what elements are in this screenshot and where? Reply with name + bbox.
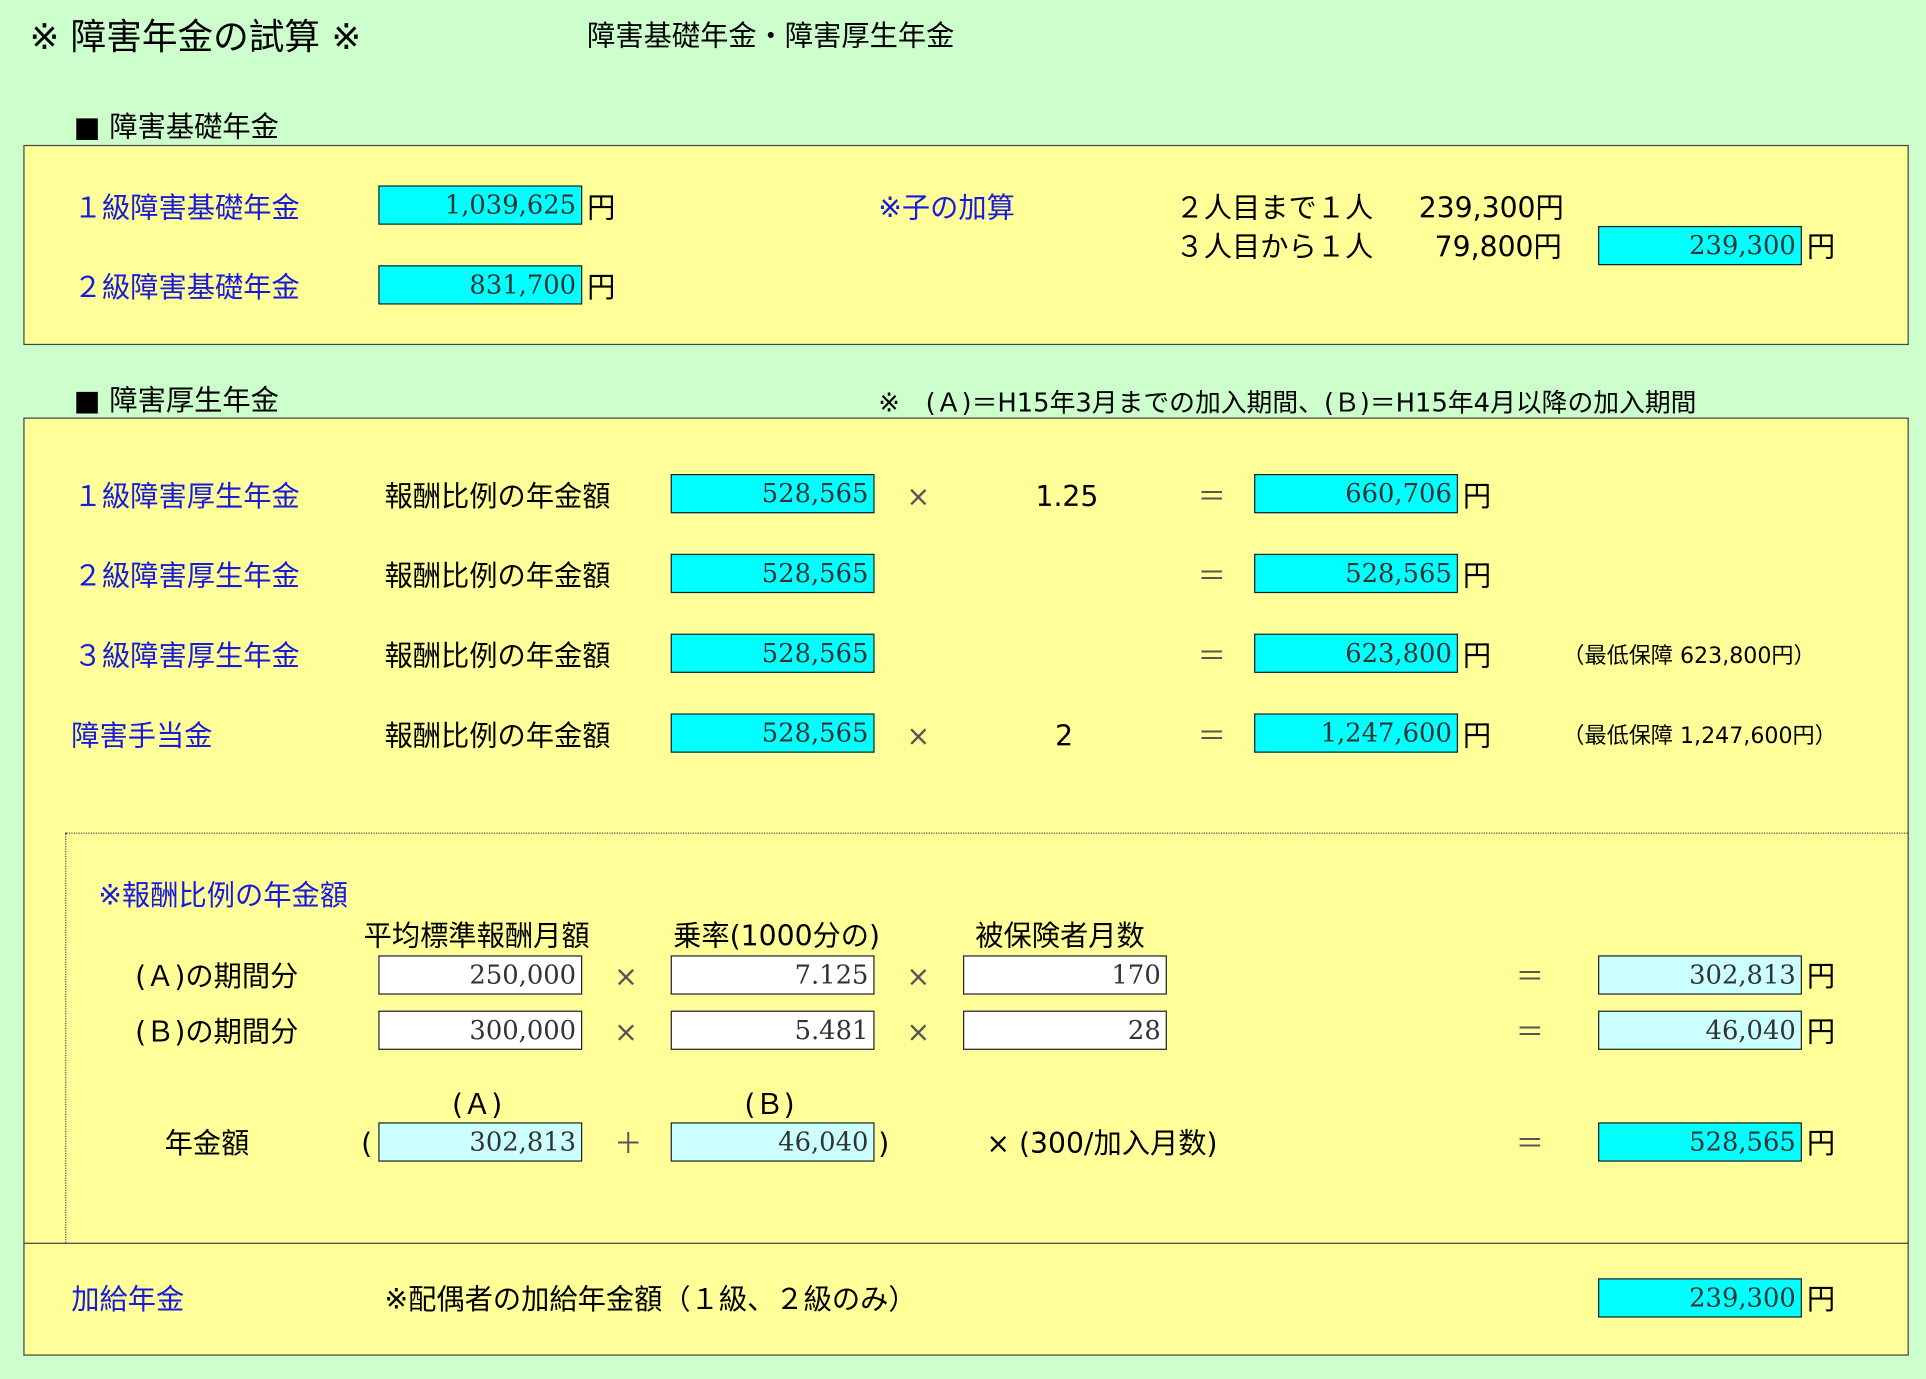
- yen-unit: 円: [1462, 561, 1492, 594]
- kosei-panel-divider: [23, 1242, 1909, 1244]
- times-sign: ×: [906, 1016, 931, 1049]
- equals-sign: ＝: [1197, 561, 1226, 594]
- page-title: ※ 障害年金の試算 ※: [29, 15, 362, 58]
- equals-sign: ＝: [1515, 961, 1544, 994]
- col-header-avg: 平均標準報酬月額: [363, 920, 590, 953]
- times-sign: ×: [906, 720, 931, 753]
- row-b-avg-input[interactable]: 300,000: [378, 1010, 583, 1050]
- child-row1-value: 239,300円: [1418, 192, 1564, 225]
- child-addition-label: ※子の加算: [878, 192, 1015, 225]
- kosei-row-desc: 報酬比例の年金額: [384, 640, 611, 673]
- kosei-row-label: １級障害厚生年金: [73, 481, 300, 514]
- col-header-months: 被保険者月数: [975, 920, 1145, 953]
- times-sign: ×: [614, 961, 638, 994]
- kiso-grade2-label: ２級障害基礎年金: [73, 272, 300, 305]
- times-sign: ×: [906, 481, 931, 514]
- sum-a-value[interactable]: 302,813: [378, 1122, 583, 1162]
- open-paren: (: [361, 1128, 373, 1161]
- yen-unit: 円: [1462, 481, 1492, 514]
- child-row1-label: ２人目まで１人: [1175, 192, 1374, 225]
- times-sign: ×: [614, 1016, 638, 1049]
- kosei-row-desc: 報酬比例の年金額: [384, 481, 611, 514]
- kiso-grade1-value[interactable]: 1,039,625: [378, 185, 583, 225]
- kosei-row-result[interactable]: 660,706: [1254, 473, 1459, 514]
- kakyu-desc: ※配偶者の加給年金額（１級、２級のみ）: [384, 1284, 917, 1317]
- kosei-row-factor: 1.25: [1035, 481, 1099, 514]
- kosei-row-result[interactable]: 1,247,600: [1254, 713, 1459, 753]
- yen-unit: 円: [587, 272, 616, 305]
- kiso-grade1-label: １級障害基礎年金: [73, 192, 300, 225]
- sum-b-value[interactable]: 46,040: [670, 1122, 875, 1162]
- row-a-label: (Ａ)の期間分: [135, 961, 299, 994]
- sum-b-header: (Ｂ): [744, 1089, 795, 1122]
- child-total-value[interactable]: 239,300: [1598, 225, 1802, 266]
- kakyu-label: 加給年金: [71, 1284, 185, 1317]
- kosei-heading: ■ 障害厚生年金: [73, 385, 279, 418]
- kosei-row-label: ２級障害厚生年金: [73, 561, 300, 594]
- kiso-grade2-value[interactable]: 831,700: [378, 265, 583, 305]
- row-a-avg-input[interactable]: 250,000: [378, 955, 583, 995]
- equals-sign: ＝: [1197, 481, 1226, 514]
- yen-unit: 円: [1462, 720, 1492, 753]
- kosei-row-base[interactable]: 528,565: [670, 473, 875, 514]
- row-a-result[interactable]: 302,813: [1598, 955, 1802, 995]
- kosei-row-note: （最低保障 1,247,600円）: [1562, 723, 1837, 750]
- kosei-row-desc: 報酬比例の年金額: [384, 561, 611, 594]
- yen-unit: 円: [1806, 1284, 1836, 1317]
- row-b-rate-input[interactable]: 5.481: [670, 1010, 875, 1050]
- close-paren: ): [878, 1128, 890, 1161]
- row-a-months-input[interactable]: 170: [962, 955, 1167, 995]
- sum-result[interactable]: 528,565: [1598, 1122, 1802, 1162]
- kosei-period-note: ※ (Ａ)＝H15年3月までの加入期間、(Ｂ)＝H15年4月以降の加入期間: [878, 388, 1697, 418]
- page-subtitle: 障害基礎年金・障害厚生年金: [587, 20, 955, 53]
- child-row2-value: 79,800円: [1434, 232, 1562, 265]
- kosei-row-factor: 2: [1055, 720, 1074, 753]
- yen-unit: 円: [1806, 961, 1836, 994]
- row-b-result[interactable]: 46,040: [1598, 1010, 1802, 1050]
- kosei-row-base[interactable]: 528,565: [670, 633, 875, 673]
- hoshu-heading: ※報酬比例の年金額: [98, 880, 348, 913]
- page-root: ※ 障害年金の試算 ※ 障害基礎年金・障害厚生年金 ■ 障害基礎年金 １級障害基…: [0, 0, 1926, 1379]
- kosei-row-result[interactable]: 528,565: [1254, 553, 1459, 594]
- kosei-row-base[interactable]: 528,565: [670, 553, 875, 594]
- yen-unit: 円: [1806, 1128, 1836, 1161]
- kakyu-value[interactable]: 239,300: [1598, 1278, 1802, 1318]
- kosei-row-label: 障害手当金: [71, 720, 213, 753]
- row-a-rate-input[interactable]: 7.125: [670, 955, 875, 995]
- times-sign: ×: [906, 961, 931, 994]
- equals-sign: ＝: [1197, 640, 1226, 673]
- child-row2-label: ３人目から１人: [1175, 232, 1374, 265]
- yen-unit: 円: [1806, 1016, 1836, 1049]
- equals-sign: ＝: [1197, 720, 1226, 753]
- kosei-row-result[interactable]: 623,800: [1254, 633, 1459, 673]
- yen-unit: 円: [1462, 640, 1492, 673]
- kosei-row-desc: 報酬比例の年金額: [384, 720, 611, 753]
- row-b-months-input[interactable]: 28: [962, 1010, 1167, 1050]
- row-b-label: (Ｂ)の期間分: [135, 1016, 299, 1049]
- sum-a-header: (Ａ): [452, 1089, 503, 1122]
- kosei-row-label: ３級障害厚生年金: [73, 640, 300, 673]
- col-header-rate: 乗率(1000分の): [673, 920, 881, 953]
- sum-label: 年金額: [164, 1128, 250, 1161]
- sum-multiplier: × (300/加入月数): [986, 1128, 1218, 1161]
- kosei-row-note: （最低保障 623,800円）: [1562, 643, 1816, 670]
- kosei-row-base[interactable]: 528,565: [670, 713, 875, 753]
- yen-unit: 円: [1806, 232, 1836, 265]
- yen-unit: 円: [587, 192, 616, 225]
- kiso-heading: ■ 障害基礎年金: [73, 111, 279, 144]
- plus-sign: ＋: [614, 1128, 643, 1161]
- equals-sign: ＝: [1515, 1016, 1544, 1049]
- equals-sign: ＝: [1515, 1128, 1544, 1161]
